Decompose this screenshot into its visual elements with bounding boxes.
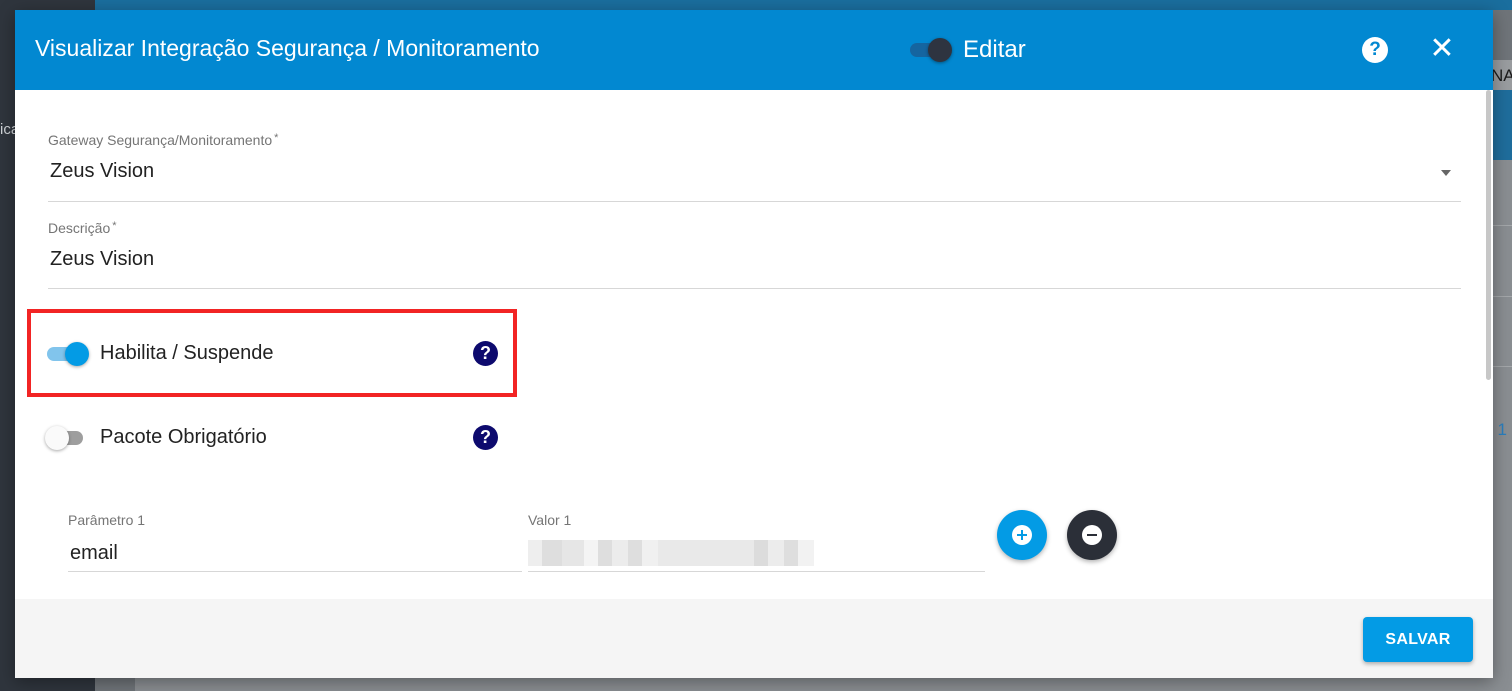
dialog-header: Visualizar Integração Segurança / Monito…: [15, 10, 1493, 90]
redacted-block: [542, 540, 562, 566]
pacote-switch[interactable]: [45, 426, 91, 450]
help-icon[interactable]: ?: [1362, 37, 1388, 63]
gateway-select[interactable]: Gateway Segurança/Monitoramento * Zeus Vi…: [48, 132, 1461, 202]
close-icon[interactable]: ✕: [1429, 34, 1455, 64]
background-divider: [1493, 296, 1512, 297]
gateway-label: Gateway Segurança/Monitoramento *: [48, 132, 1461, 148]
dialog-footer: SALVAR: [15, 599, 1493, 678]
dialog-title: Visualizar Integração Segurança / Monito…: [35, 35, 540, 61]
integration-dialog: Visualizar Integração Segurança / Monito…: [15, 10, 1493, 678]
parametro-1-label: Parâmetro 1: [68, 512, 146, 528]
background-divider: [1493, 225, 1512, 226]
parametro-1-field[interactable]: Parâmetro 1 email: [68, 512, 522, 572]
redacted-block: [768, 540, 784, 566]
redacted-block: [584, 540, 598, 566]
parametro-1-value: email: [70, 542, 118, 564]
background-blue-panel: [1493, 90, 1512, 160]
help-icon[interactable]: ?: [473, 425, 498, 450]
scrollbar[interactable]: [1486, 90, 1491, 380]
habilita-label: Habilita / Suspende: [100, 342, 274, 364]
minus-circle-icon: [1082, 525, 1102, 545]
plus-circle-icon: [1012, 525, 1032, 545]
redacted-block: [612, 540, 628, 566]
descricao-field[interactable]: Descrição * Zeus Vision: [48, 220, 1461, 289]
chevron-down-icon[interactable]: [1441, 170, 1451, 176]
redacted-block: [642, 540, 658, 566]
redacted-block: [528, 540, 542, 566]
redacted-block: [562, 540, 584, 566]
habilita-switch[interactable]: [45, 342, 91, 366]
help-icon[interactable]: ?: [473, 341, 498, 366]
redacted-block: [784, 540, 798, 566]
background-topbar: [95, 0, 1512, 10]
descricao-value: Zeus Vision: [50, 248, 155, 270]
gateway-label-text: Gateway Segurança/Monitoramento: [48, 132, 273, 148]
redacted-block: [658, 540, 754, 566]
habilita-switch-knob: [65, 342, 89, 366]
required-mark: *: [274, 132, 279, 144]
valor-1-field[interactable]: Valor 1: [528, 512, 985, 572]
redacted-block: [754, 540, 768, 566]
descricao-label: Descrição *: [48, 220, 1461, 236]
edit-label: Editar: [963, 36, 1026, 63]
pacote-label: Pacote Obrigatório: [100, 426, 267, 448]
valor-1-redacted: [528, 540, 985, 566]
background-divider: [1493, 366, 1512, 367]
edit-toggle-knob: [928, 38, 952, 62]
redacted-block: [598, 540, 612, 566]
dialog-body: Gateway Segurança/Monitoramento * Zeus Vi…: [15, 90, 1493, 599]
save-button[interactable]: SALVAR: [1363, 617, 1473, 662]
background-header-text: NA: [1491, 66, 1512, 85]
valor-1-label: Valor 1: [528, 512, 572, 528]
descricao-label-text: Descrição: [48, 220, 111, 236]
required-mark: *: [112, 220, 117, 232]
pacote-switch-knob: [45, 426, 69, 450]
redacted-block: [798, 540, 814, 566]
remove-parameter-button[interactable]: [1067, 510, 1117, 560]
gateway-value: Zeus Vision: [50, 160, 155, 182]
redacted-block: [628, 540, 642, 566]
edit-toggle[interactable]: [908, 38, 954, 62]
add-parameter-button[interactable]: [997, 510, 1047, 560]
